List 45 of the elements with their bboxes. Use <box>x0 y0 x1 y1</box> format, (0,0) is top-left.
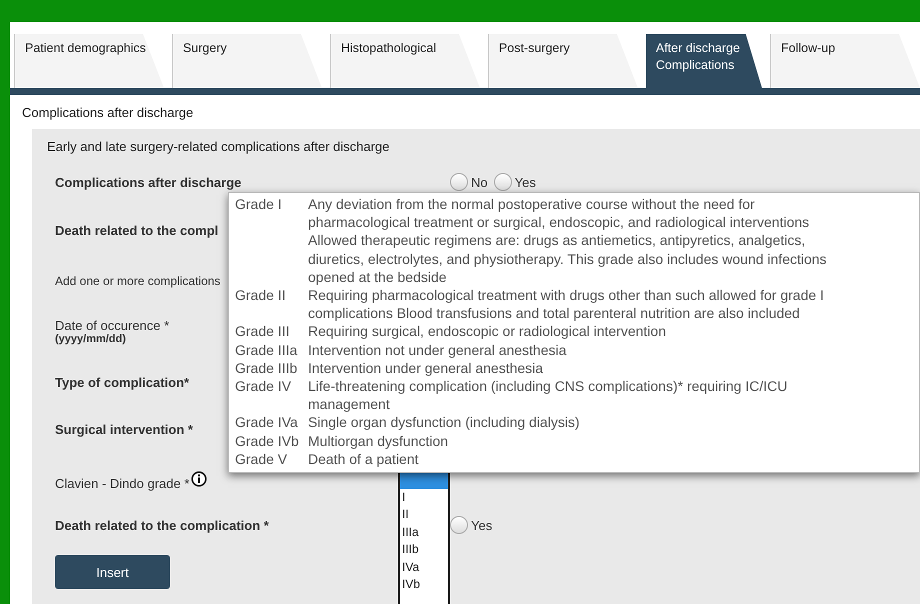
grade-name: Grade II <box>235 286 287 306</box>
section-title: Complications after discharge <box>21 104 194 122</box>
listbox-option[interactable]: IIIb <box>400 541 448 558</box>
grade-name: Grade IV <box>235 377 292 396</box>
grade-name: Grade IIIa <box>235 340 298 359</box>
tab[interactable]: Histopathological <box>330 34 480 88</box>
grade-description: Single organ dysfunction (including dialysis) <box>308 413 581 432</box>
listbox-option[interactable]: IIIa <box>400 524 448 541</box>
tab[interactable]: After discharge Complications <box>646 34 762 88</box>
field-label: Complications after discharge <box>55 174 242 190</box>
grade-description: Multiorgan dysfunction <box>308 432 450 450</box>
tab[interactable]: Follow-up <box>770 34 920 88</box>
field-label: Death related to the complication * <box>55 518 269 532</box>
info-icon[interactable] <box>191 471 208 487</box>
grade-description: Intervention under general anesthesia <box>308 358 544 378</box>
field-label: Clavien - Dindo grade * <box>55 476 190 490</box>
field-label: Add one or more complications <box>55 274 220 288</box>
grade-name: Grade IVb <box>235 432 300 450</box>
grade-name: Grade I <box>235 195 283 214</box>
listbox-option[interactable]: IVb <box>400 576 448 594</box>
grade-description: Intervention not under general anesthesia <box>308 340 568 359</box>
radio-option[interactable]: Yes <box>450 516 492 534</box>
grade-name: Grade IIIb <box>235 358 298 378</box>
radio-option[interactable]: No <box>450 173 488 191</box>
tab[interactable]: Post-surgery <box>488 34 638 88</box>
tab[interactable]: Patient demographics <box>14 34 164 88</box>
grade-name: Grade IVa <box>235 413 299 432</box>
grade-name: Grade V <box>235 450 288 468</box>
tab[interactable]: Surgery <box>172 34 322 88</box>
field-label: Date of occurence * (yyyy/mm/dd) <box>55 318 170 344</box>
grade-description: Requiring surgical, endoscopic or radiological intervention <box>308 322 667 341</box>
grade-description: Any deviation from the normal postoperative course without the need for pharmacological treatment or surgical, endoscopic, and radiological interventions Allowed therapeutic regimens are: drugs as antiemetics, antipyretics, analgetics, diuretics, electrolytes, and physiotherapy. This grade also includes wound infections opened at the bedside <box>308 195 828 286</box>
field-label: Surgical intervention * <box>55 422 193 436</box>
radio-option[interactable]: Yes <box>494 173 536 191</box>
grade-description: Death of a patient <box>308 450 420 468</box>
grade-name: Grade III <box>235 322 290 341</box>
panel-title: Early and late surgery-related complications after discharge <box>47 138 391 156</box>
field-label: Death related to the compl <box>55 222 218 238</box>
grade-description: Life-threatening complication (including CNS complications)* requiring IC/ICU management <box>308 377 788 414</box>
listbox-option[interactable]: II <box>400 506 448 524</box>
listbox-option[interactable]: IVa <box>400 558 448 576</box>
listbox-option[interactable]: I <box>400 488 448 506</box>
field-label: Type of complication* <box>55 374 190 390</box>
grade-description: Requiring pharmacological treatment with drugs other than such allowed for grade I complications Blood transfusions and total parenteral nutrition are also included <box>308 286 825 322</box>
insert-button[interactable]: Insert <box>55 555 170 589</box>
